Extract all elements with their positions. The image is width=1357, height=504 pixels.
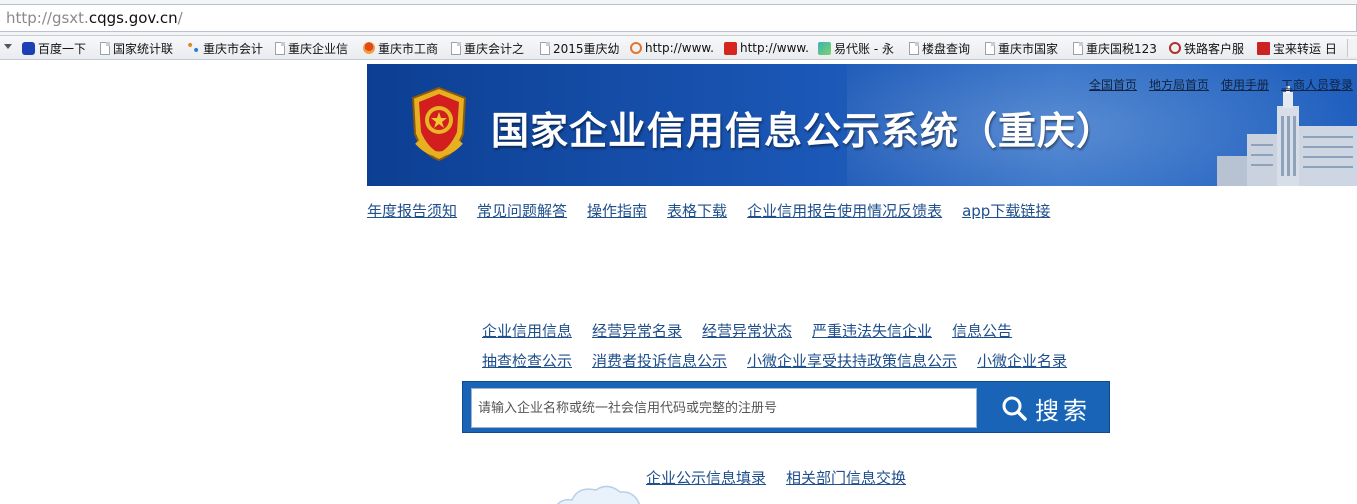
page-title: 国家企业信用信息公示系统（重庆）	[491, 109, 1116, 153]
page-icon	[985, 41, 995, 55]
bookmark-item[interactable]: 国家统计联	[100, 39, 173, 57]
bookmark-item[interactable]: 宝来转运 日	[1257, 39, 1345, 57]
category-links-row-2: 抽查检查公示 消费者投诉信息公示 小微企业享受扶持政策信息公示 小微企业名录	[482, 350, 1067, 371]
category-link[interactable]: 消费者投诉信息公示	[592, 350, 727, 371]
bookmark-item[interactable]: 2015重庆幼	[540, 39, 620, 57]
page-icon	[1073, 41, 1083, 55]
url-field[interactable]: http://gsxt.cqgs.gov.cn/	[0, 4, 1357, 32]
national-emblem-icon	[411, 86, 467, 162]
address-bar: http://gsxt.cqgs.gov.cn/	[0, 0, 1357, 36]
nav-link[interactable]: 企业信用报告使用情况反馈表	[747, 200, 942, 221]
category-link[interactable]: 小微企业享受扶持政策信息公示	[747, 350, 957, 371]
government-building-icon	[1217, 86, 1357, 186]
colorful-dots-icon	[186, 39, 200, 57]
bottom-link[interactable]: 企业公示信息填录	[646, 467, 766, 488]
search-input[interactable]	[471, 388, 977, 428]
cloud-decoration-icon	[556, 485, 641, 504]
category-link[interactable]: 抽查检查公示	[482, 350, 572, 371]
bookmark-item[interactable]: 铁路客户服	[1169, 39, 1244, 57]
bottom-link[interactable]: 相关部门信息交换	[786, 467, 906, 488]
top-link-local-home[interactable]: 地方局首页	[1149, 76, 1209, 93]
bookmarks-menu-arrow-icon[interactable]	[4, 44, 12, 49]
bookmark-item[interactable]: 楼盘查询	[909, 39, 970, 57]
bookmark-item[interactable]: 重庆会计之	[451, 39, 524, 57]
page-icon	[540, 41, 550, 55]
top-link-national-home[interactable]: 全国首页	[1089, 76, 1137, 93]
railway-icon	[1169, 42, 1181, 54]
bookmark-item[interactable]: 重庆市工商	[363, 39, 438, 57]
weibo-icon	[630, 42, 642, 54]
category-links-row-1: 企业信用信息 经营异常名录 经营异常状态 严重违法失信企业 信息公告	[482, 320, 1012, 341]
top-links: 全国首页 地方局首页 使用手册 工商人员登录	[1089, 76, 1353, 93]
nav-link[interactable]: 表格下载	[667, 200, 727, 221]
page-icon	[275, 41, 285, 55]
nav-link[interactable]: 操作指南	[587, 200, 647, 221]
nav-links: 年度报告须知 常见问题解答 操作指南 表格下载 企业信用报告使用情况反馈表 ap…	[367, 200, 1050, 221]
category-link[interactable]: 信息公告	[952, 320, 1012, 341]
bookmark-item[interactable]: 易代账 - 永	[818, 39, 894, 57]
search-icon	[1002, 396, 1027, 421]
bookmark-item[interactable]: http://www.	[630, 39, 714, 57]
nav-link[interactable]: app下载链接	[962, 200, 1050, 221]
teal-logo-icon	[818, 41, 831, 55]
category-link[interactable]: 经营异常名录	[592, 320, 682, 341]
category-link[interactable]: 严重违法失信企业	[812, 320, 932, 341]
bookmarks-bar: 百度一下 国家统计联 重庆市会计 重庆企业信 重庆市工商 重庆会计之 2015重…	[0, 36, 1357, 60]
baolai-icon	[1257, 41, 1270, 55]
red-square-icon	[724, 41, 737, 55]
bookmark-item[interactable]: http://www.	[724, 39, 809, 57]
search-button-label: 搜索	[1035, 396, 1091, 425]
search-button[interactable]: 搜索	[987, 388, 1105, 428]
baidu-paw-icon	[22, 41, 35, 55]
bookmark-item[interactable]: 重庆市国家	[985, 39, 1058, 57]
bookmark-item[interactable]: 重庆国税123	[1073, 39, 1157, 57]
bookmark-item[interactable]: 重庆企业信	[275, 39, 348, 57]
nav-link[interactable]: 常见问题解答	[477, 200, 567, 221]
page-icon	[451, 41, 461, 55]
search-panel: 搜索	[462, 381, 1110, 433]
bookmarks-overflow-button[interactable]	[1347, 39, 1357, 57]
top-link-staff-login[interactable]: 工商人员登录	[1281, 76, 1353, 93]
bookmark-item[interactable]: 百度一下	[22, 39, 86, 57]
site-banner: 国家企业信用信息公示系统（重庆） 全国首页 地方局首页 使用手册 工商人员登录	[367, 64, 1357, 186]
bottom-links: 企业公示信息填录 相关部门信息交换	[646, 467, 906, 488]
page-icon	[100, 41, 110, 55]
url-text[interactable]: http://gsxt.cqgs.gov.cn/	[6, 9, 183, 27]
category-link[interactable]: 企业信用信息	[482, 320, 572, 341]
category-link[interactable]: 经营异常状态	[702, 320, 792, 341]
bookmark-item[interactable]: 重庆市会计	[186, 39, 263, 57]
top-link-manual[interactable]: 使用手册	[1221, 76, 1269, 93]
nav-link[interactable]: 年度报告须知	[367, 200, 457, 221]
category-link[interactable]: 小微企业名录	[977, 350, 1067, 371]
red-pin-icon	[363, 42, 375, 54]
page-icon	[909, 41, 919, 55]
